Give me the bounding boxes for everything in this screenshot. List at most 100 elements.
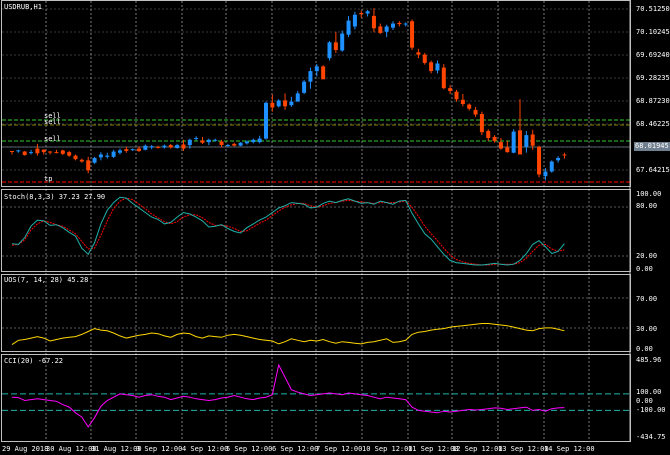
uos-tick-0: 0.00: [636, 345, 653, 353]
candle-body: [518, 130, 522, 155]
cci-label: CCI(20) -67.22: [4, 357, 64, 365]
cci-tick-min: -434.75: [636, 433, 666, 441]
stoch-tick-20: 20.00: [636, 252, 658, 260]
candle-body: [486, 130, 491, 139]
candle-body: [283, 100, 288, 107]
candle-body: [143, 145, 148, 150]
candle-body: [213, 139, 218, 141]
time-label-11: 12 Sep 12:00: [452, 445, 503, 453]
stoch-tick-0: 0.00: [636, 265, 653, 273]
candle-body: [244, 141, 249, 144]
stoch-tick-80: 80.00: [636, 202, 658, 210]
candle-body: [384, 26, 389, 32]
candle-body: [73, 155, 78, 160]
candle-body: [416, 52, 421, 55]
candle-body: [479, 113, 484, 133]
candle-body: [238, 142, 243, 146]
price-tick-8: 67.64215: [636, 166, 670, 174]
uos-tick-30: 30.00: [636, 325, 658, 333]
price-tick-3: 69.69240: [636, 51, 670, 59]
candle-body: [187, 139, 192, 146]
candle-body: [111, 151, 116, 157]
chart-window: USDRUB,H1 sell sell sell tp 70.51250 70.…: [0, 0, 670, 455]
uos-line: [11, 323, 565, 346]
candle-body: [460, 99, 465, 104]
candle-body: [54, 152, 59, 154]
stoch-tick-100: 100.00: [636, 190, 662, 198]
candle-body: [16, 150, 21, 152]
candle-body: [162, 145, 167, 148]
candle-body: [537, 146, 542, 175]
time-label-13: 14 Sep 12:00: [544, 445, 595, 453]
cci-tick-minus100: -100.00: [636, 406, 666, 414]
candle-body: [257, 138, 262, 143]
stoch-main-line: [11, 196, 565, 266]
candle-body: [352, 14, 357, 27]
candle-body: [200, 140, 205, 143]
cci-tick-0: 0.00: [636, 397, 653, 405]
time-label-1: 29 Aug 2018: [2, 445, 49, 453]
candle-body: [289, 101, 294, 106]
candle-body: [333, 42, 338, 50]
candle-body: [556, 157, 561, 161]
price-tick-1: 70.51250: [636, 5, 670, 13]
candle-body: [302, 81, 307, 93]
candle-body: [397, 22, 402, 25]
candle-body: [314, 66, 319, 72]
tp-level-label: tp: [44, 175, 53, 183]
time-label-9: 10 Sep 12:00: [362, 445, 413, 453]
candle-body: [225, 145, 230, 147]
candle-body: [410, 21, 415, 48]
candle-body: [359, 12, 364, 15]
candle-body: [105, 155, 110, 157]
candle-body: [149, 146, 154, 148]
candle-body: [29, 152, 34, 154]
candle-body: [79, 159, 84, 162]
time-label-6: 5 Sep 12:00: [226, 445, 273, 453]
candle-body: [270, 102, 275, 108]
price-tick-5: 68.87230: [636, 97, 670, 105]
stoch-label: Stoch(8,3,3) 37.23 27.90: [4, 193, 106, 201]
candle-body: [48, 151, 53, 153]
time-label-10: 11 Sep 12:00: [408, 445, 459, 453]
candle-body: [156, 146, 161, 148]
candle-body: [365, 11, 370, 14]
chart-canvas[interactable]: [0, 0, 670, 455]
time-label-3: 31 Aug 12:00: [91, 445, 142, 453]
symbol-label: USDRUB,H1: [4, 3, 42, 11]
candle-body: [219, 141, 224, 146]
sell-level-label-3: sell: [44, 135, 61, 143]
cci-tick-max: 485.96: [636, 356, 662, 364]
candle-body: [10, 150, 14, 152]
candle-body: [429, 62, 434, 72]
candle-body: [22, 151, 27, 156]
candle-body: [498, 142, 503, 149]
candle-body: [41, 149, 46, 153]
candle-body: [467, 104, 472, 109]
candle-body: [403, 23, 408, 25]
price-tick-6: 68.46225: [636, 120, 670, 128]
candle-body: [549, 161, 554, 172]
candle-body: [194, 138, 199, 140]
candle-body: [67, 152, 72, 156]
candle-body: [251, 139, 256, 143]
candle-body: [264, 102, 268, 139]
candle-body: [206, 139, 211, 143]
price-tick-2: 70.10245: [636, 28, 670, 36]
candle-body: [346, 20, 351, 35]
candle-body: [130, 149, 135, 151]
cci-tick-100: 100.00: [636, 388, 662, 396]
candle-body: [321, 66, 326, 80]
candle-body: [60, 150, 65, 154]
uos-tick-70: 70.00: [636, 295, 658, 303]
candle-body: [422, 54, 427, 63]
stoch-signal-line: [11, 197, 565, 266]
candle-body: [492, 136, 497, 141]
candle-body: [232, 143, 237, 146]
candle-body: [441, 67, 446, 89]
candle-body: [511, 131, 516, 153]
candle-body: [435, 63, 440, 71]
candle-body: [378, 26, 383, 33]
sell-level-label-2: sell: [44, 118, 61, 126]
time-label-7: 6 Sep 12:00: [272, 445, 319, 453]
